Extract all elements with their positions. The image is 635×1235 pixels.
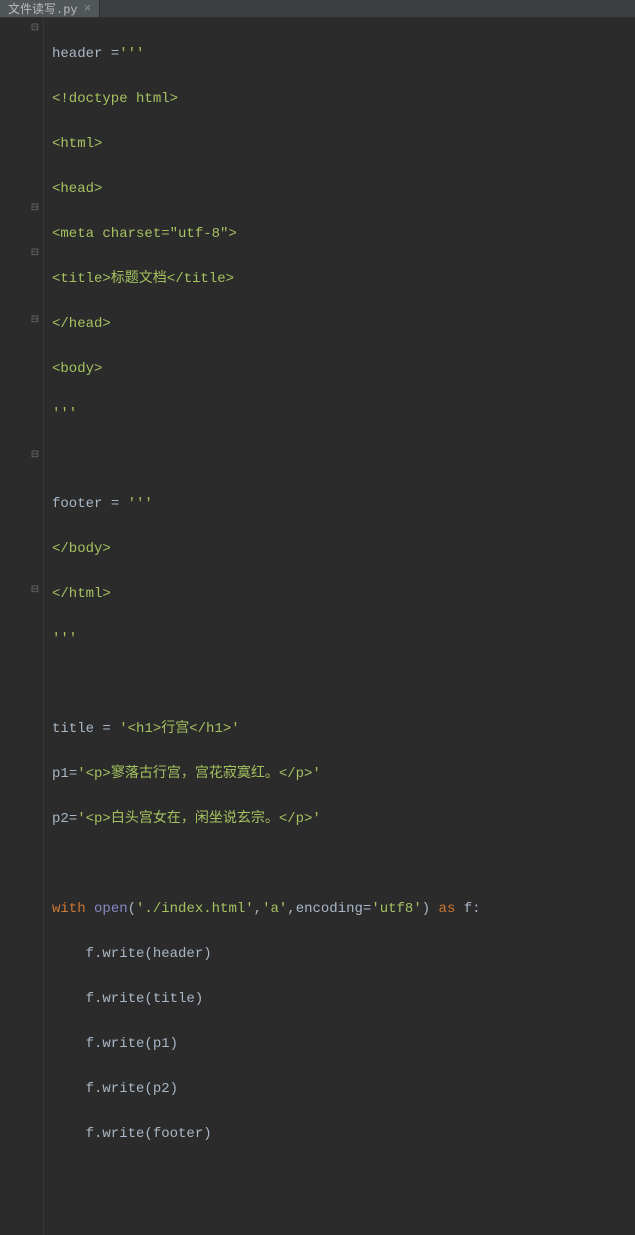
code-line: <!doctype html> — [52, 88, 635, 111]
code-line: </body> — [52, 538, 635, 561]
fold-icon[interactable]: ⊟ — [30, 451, 40, 461]
code-line: footer = ''' — [52, 493, 635, 516]
fold-icon[interactable]: ⊟ — [30, 249, 40, 259]
code-line: </html> — [52, 583, 635, 606]
code-line: f.write(p2) — [52, 1078, 635, 1101]
code-line — [52, 448, 635, 471]
code-line — [52, 853, 635, 876]
code-line — [52, 673, 635, 696]
code-area[interactable]: header =''' <!doctype html> <html> <head… — [44, 18, 635, 1235]
code-line: ''' — [52, 403, 635, 426]
fold-icon[interactable]: ⊟ — [30, 316, 40, 326]
editor: ⊟ ⊟ ⊟ ⊟ ⊟ ⊟ header =''' <!doctype html> … — [0, 18, 635, 1235]
code-line: <head> — [52, 178, 635, 201]
code-line: </head> — [52, 313, 635, 336]
code-line: header =''' — [52, 43, 635, 66]
fold-icon[interactable]: ⊟ — [30, 204, 40, 214]
code-line: f.write(footer) — [52, 1123, 635, 1146]
file-tab[interactable]: 文件读写.py × — [0, 0, 100, 17]
code-line: f.write(p1) — [52, 1033, 635, 1056]
tab-filename: 文件读写.py — [8, 0, 78, 17]
code-line: <html> — [52, 133, 635, 156]
close-icon[interactable]: × — [84, 2, 92, 15]
code-line: <title>标题文档</title> — [52, 268, 635, 291]
code-line: f.write(title) — [52, 988, 635, 1011]
fold-icon[interactable]: ⊟ — [30, 586, 40, 596]
code-line: ''' — [52, 628, 635, 651]
code-line: <body> — [52, 358, 635, 381]
gutter: ⊟ ⊟ ⊟ ⊟ ⊟ ⊟ — [0, 18, 44, 1235]
code-line: title = '<h1>行宫</h1>' — [52, 718, 635, 741]
code-line: p1='<p>寥落古行宫，宫花寂寞红。</p>' — [52, 763, 635, 786]
code-line: f.write(header) — [52, 943, 635, 966]
code-line: <meta charset="utf-8"> — [52, 223, 635, 246]
fold-icon[interactable]: ⊟ — [30, 24, 40, 34]
tab-bar: 文件读写.py × — [0, 0, 635, 18]
code-line — [52, 1168, 635, 1191]
code-line: p2='<p>白头宫女在，闲坐说玄宗。</p>' — [52, 808, 635, 831]
code-line: with open('./index.html','a',encoding='u… — [52, 898, 635, 921]
